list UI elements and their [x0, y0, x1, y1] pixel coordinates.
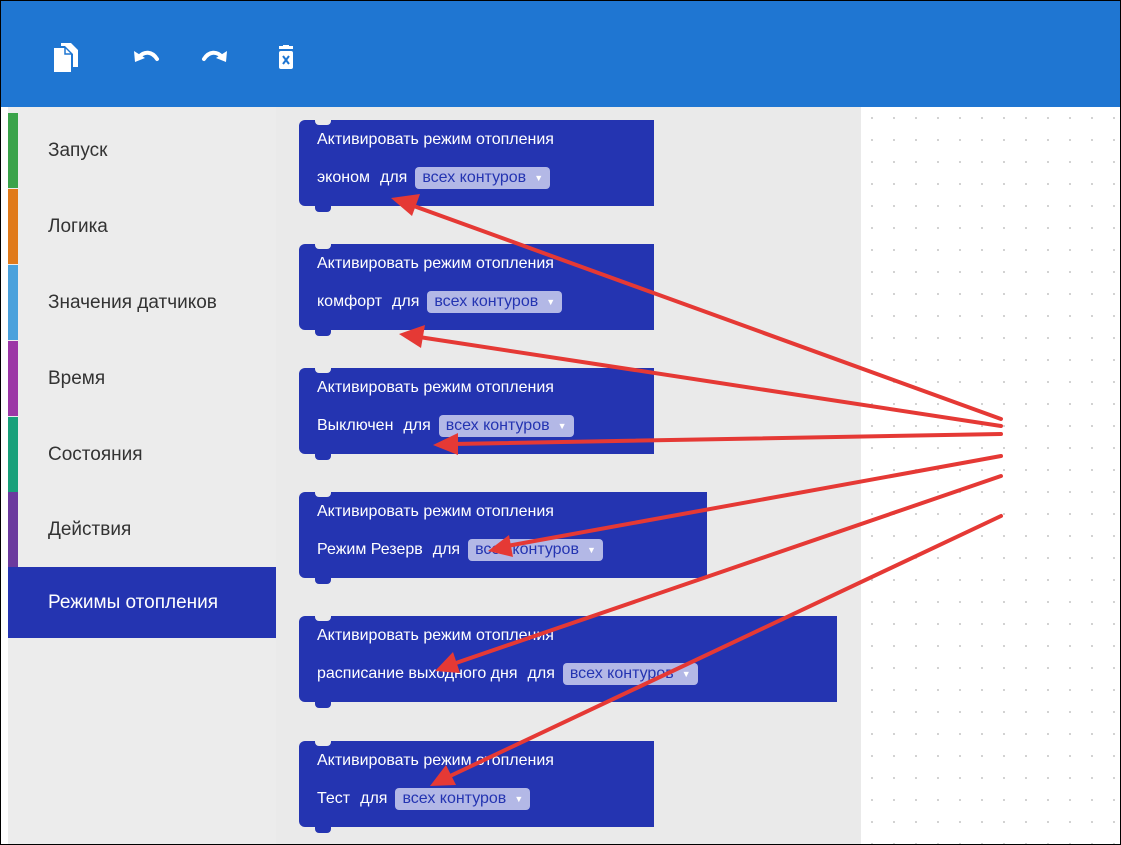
- redo-icon[interactable]: [198, 41, 232, 75]
- heating-mode-block-test[interactable]: Активировать режим отопления Тест для вс…: [299, 740, 654, 833]
- category-states[interactable]: Состояния: [8, 417, 276, 492]
- target-dropdown[interactable]: всех контуров ▼: [468, 539, 603, 561]
- block-mode-label: Режим Резерв: [317, 541, 423, 558]
- category-time[interactable]: Время: [8, 341, 276, 416]
- category-color-bar: [8, 341, 18, 416]
- block-for-label: для: [392, 293, 420, 310]
- category-actions[interactable]: Действия: [8, 492, 276, 567]
- category-label: Действия: [48, 519, 132, 540]
- dropdown-value: всех контуров: [422, 169, 527, 186]
- heating-mode-block-weekend-schedule[interactable]: Активировать режим отопления расписание …: [299, 615, 837, 708]
- dropdown-arrow-icon: ▼: [514, 794, 524, 804]
- heating-mode-block-off[interactable]: Активировать режим отопления Выключен дл…: [299, 367, 654, 460]
- block-for-label: для: [527, 665, 555, 682]
- category-label: Состояния: [48, 444, 143, 465]
- category-color-bar: [8, 189, 18, 264]
- category-startup[interactable]: Запуск: [8, 113, 276, 188]
- category-sensor-values[interactable]: Значения датчиков: [8, 265, 276, 340]
- dropdown-arrow-icon: ▼: [586, 545, 596, 555]
- heating-mode-block-reserve[interactable]: Активировать режим отопления Режим Резер…: [299, 491, 707, 584]
- block-mode-label: эконом: [317, 169, 370, 186]
- block-title: Активировать режим отопления: [317, 131, 554, 148]
- block-title: Активировать режим отопления: [317, 379, 554, 396]
- dropdown-value: всех контуров: [434, 293, 539, 310]
- target-dropdown[interactable]: всех контуров ▼: [438, 415, 574, 437]
- category-sidebar: Запуск Логика Значения датчиков Время Со…: [8, 107, 276, 844]
- category-color-bar: [8, 417, 18, 492]
- dropdown-arrow-icon: ▼: [546, 297, 556, 307]
- target-dropdown[interactable]: всех контуров ▼: [395, 788, 531, 810]
- block-for-label: для: [379, 169, 408, 186]
- target-dropdown[interactable]: всех контуров ▼: [427, 291, 563, 313]
- block-title: Активировать режим отопления: [317, 627, 554, 644]
- block-for-label: для: [360, 790, 388, 807]
- block-for-label: для: [403, 417, 431, 434]
- undo-icon[interactable]: [129, 41, 163, 75]
- dropdown-arrow-icon: ▼: [681, 669, 691, 679]
- workspace-canvas[interactable]: [861, 107, 1120, 844]
- category-heating-modes[interactable]: Режимы отопления: [8, 567, 276, 638]
- dropdown-value: всех контуров: [569, 665, 674, 682]
- target-dropdown[interactable]: всех контуров ▼: [562, 663, 698, 685]
- dropdown-arrow-icon: ▼: [534, 173, 544, 183]
- category-logic[interactable]: Логика: [8, 189, 276, 264]
- category-label: Значения датчиков: [48, 292, 217, 313]
- dropdown-value: всех контуров: [402, 790, 507, 807]
- dropdown-value: всех контуров: [475, 541, 579, 558]
- block-title: Активировать режим отопления: [317, 503, 554, 520]
- block-mode-label: Тест: [317, 790, 351, 807]
- category-label: Запуск: [48, 140, 108, 161]
- block-title: Активировать режим отопления: [317, 752, 554, 769]
- block-title: Активировать режим отопления: [317, 255, 554, 272]
- category-label: Логика: [48, 216, 108, 237]
- heating-mode-block-comfort[interactable]: Активировать режим отопления комфорт для…: [299, 243, 654, 336]
- category-label: Время: [48, 368, 106, 389]
- block-mode-label: Выключен: [317, 417, 394, 434]
- category-color-bar: [8, 492, 18, 567]
- copy-icon[interactable]: [49, 41, 83, 75]
- category-color-bar: [8, 113, 18, 188]
- trash-icon[interactable]: [269, 41, 303, 75]
- target-dropdown[interactable]: всех контуров ▼: [415, 167, 551, 189]
- heating-mode-block-economy[interactable]: Активировать режим отопления эконом для …: [299, 119, 654, 212]
- category-label: Режимы отопления: [48, 592, 219, 613]
- block-for-label: для: [432, 541, 461, 558]
- block-mode-label: комфорт: [317, 293, 383, 310]
- category-color-bar: [8, 265, 18, 340]
- dropdown-arrow-icon: ▼: [557, 421, 567, 431]
- toolbar: [1, 1, 1120, 107]
- block-flyout: [276, 107, 861, 844]
- block-mode-label: расписание выходного дня: [317, 665, 518, 682]
- dropdown-value: всех контуров: [445, 417, 550, 434]
- app-frame: Запуск Логика Значения датчиков Время Со…: [0, 0, 1121, 845]
